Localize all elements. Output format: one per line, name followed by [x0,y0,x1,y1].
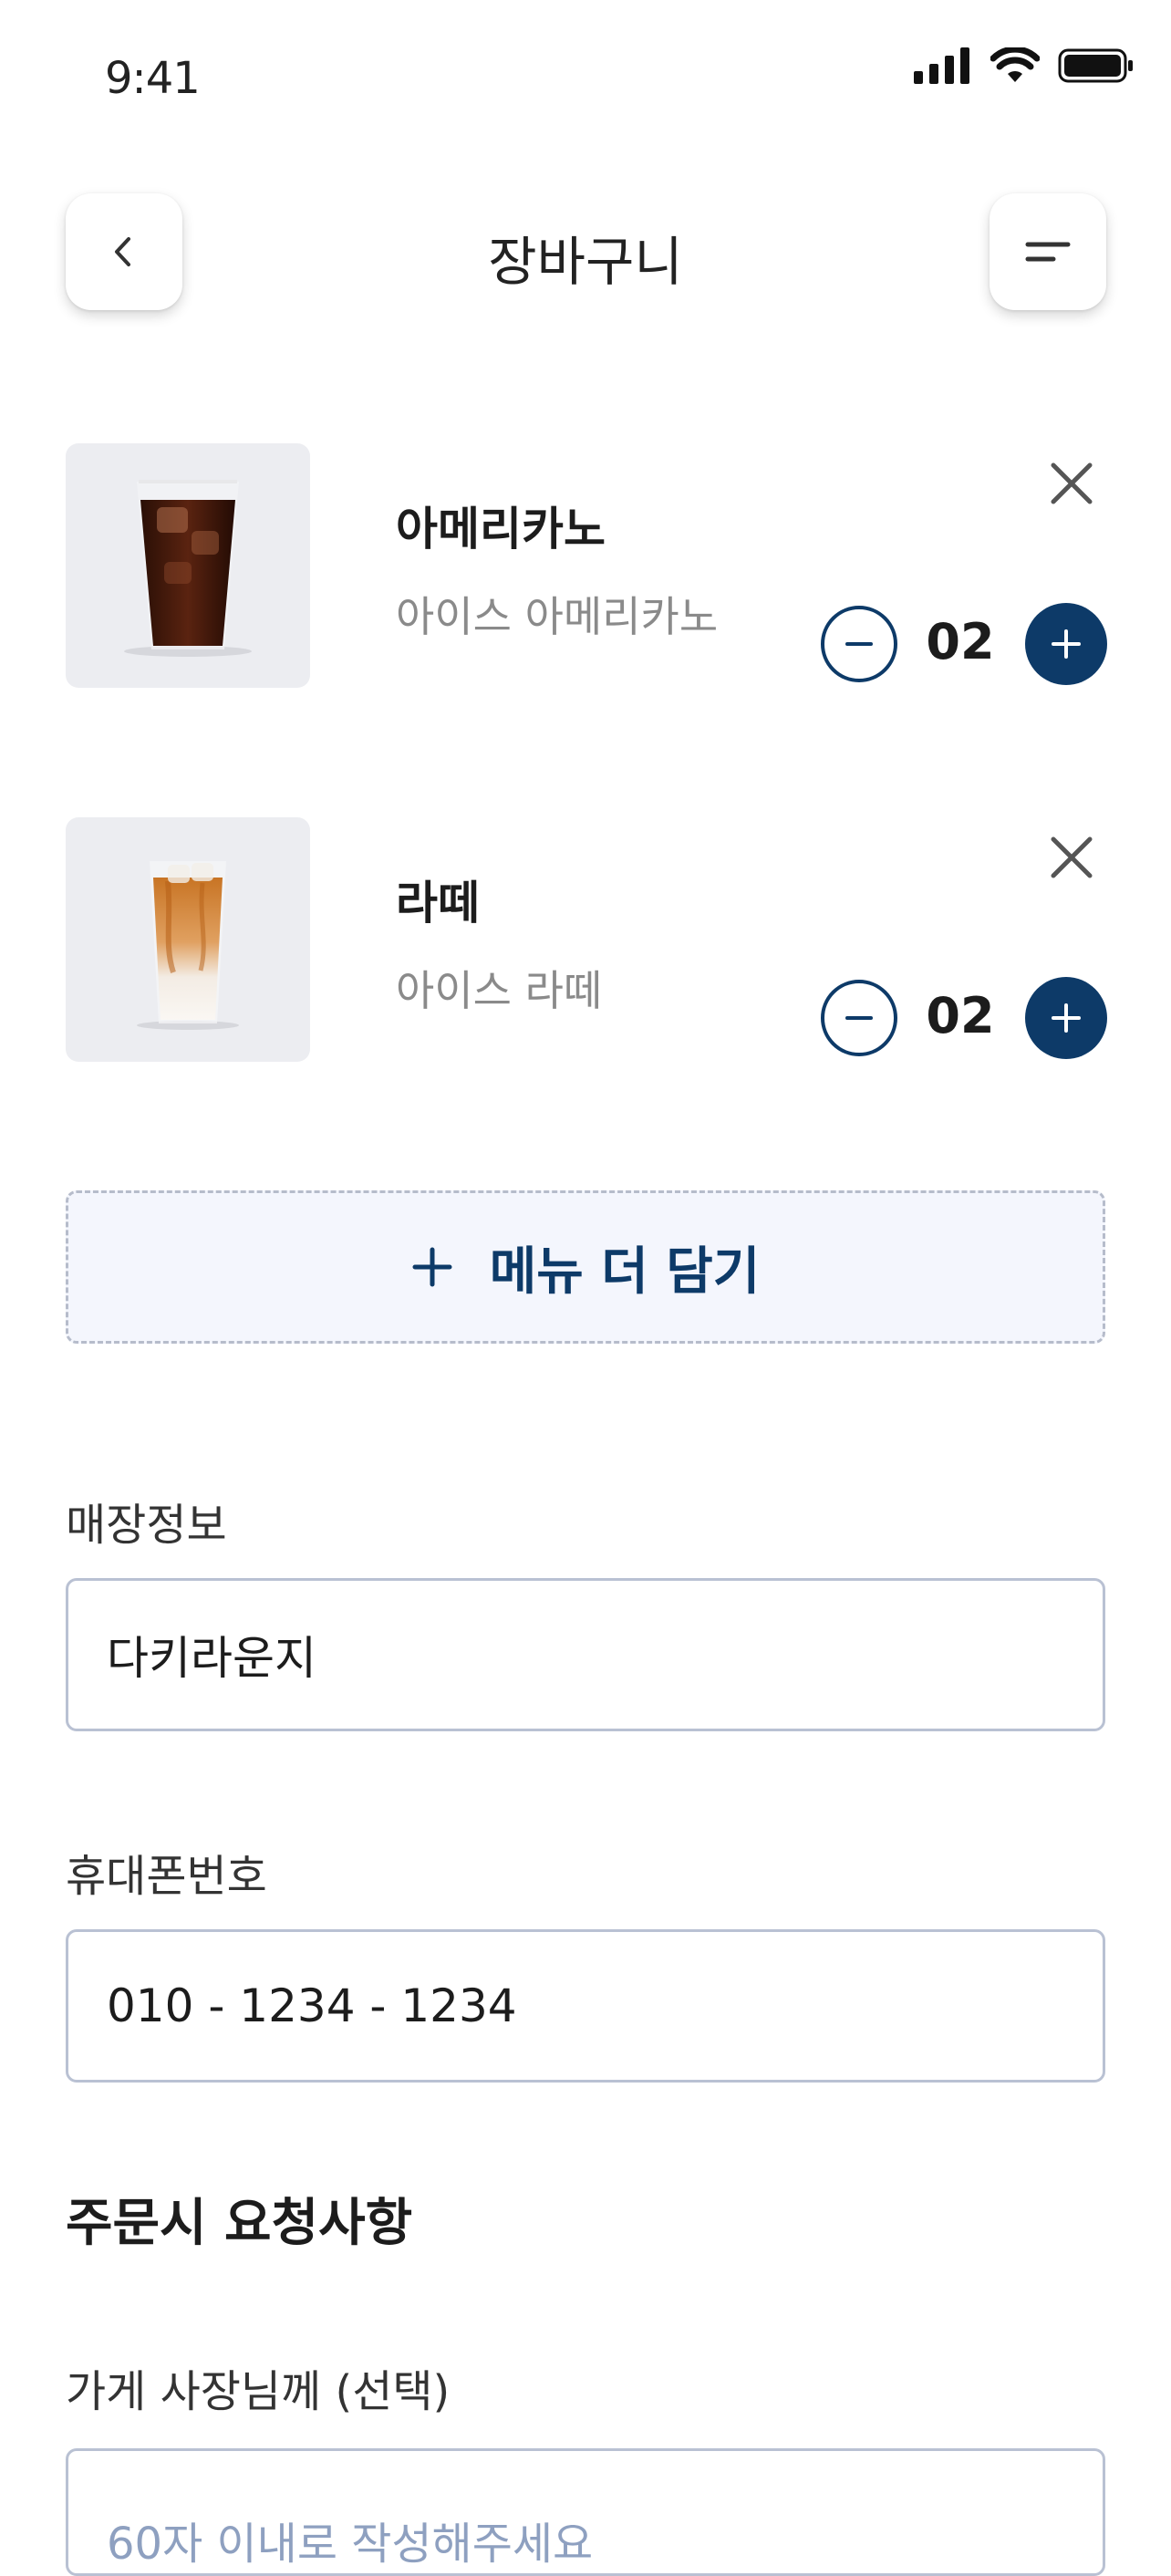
plus-icon [1052,629,1081,659]
store-info-value: 다키라운지 [107,1632,316,1685]
add-more-label: 메뉴 더 담기 [489,1241,761,1302]
phone-value: 010 - 1234 - 1234 [107,1979,517,2032]
minus-icon [845,642,873,646]
increase-quantity-button[interactable] [1025,977,1107,1059]
store-info-label: 매장정보 [66,1500,227,1551]
plus-icon [412,1247,452,1287]
owner-request-label: 가게 사장님께 (선택) [66,2366,451,2417]
decrease-quantity-button[interactable] [821,980,897,1056]
battery-icon [1058,48,1133,83]
status-time: 9:41 [105,53,201,104]
iced-americano-image [124,480,252,657]
close-icon [1051,836,1093,878]
owner-request-input[interactable]: 60자 이내로 작성해주세요 [66,2448,1105,2576]
signal-icon [914,47,969,84]
menu-button[interactable] [990,193,1106,310]
decrease-quantity-button[interactable] [821,606,897,682]
owner-request-placeholder: 60자 이내로 작성해주세요 [107,2519,594,2570]
cart-item-name: 라떼 [396,877,480,930]
cart-item-subtitle: 아이스 아메리카노 [396,592,719,641]
phone-field[interactable]: 010 - 1234 - 1234 [66,1929,1105,2083]
wifi-icon [990,47,1040,82]
add-more-menu-button[interactable]: 메뉴 더 담기 [66,1190,1105,1344]
quantity-value: 02 [926,613,995,670]
remove-item-button[interactable] [1040,826,1104,889]
remove-item-button[interactable] [1040,452,1104,515]
cart-item-name: 아메리카노 [396,503,606,556]
menu-icon [1025,242,1071,262]
iced-latte-image [137,861,239,1030]
phone-label: 휴대폰번호 [66,1851,267,1902]
status-icons [914,47,1135,84]
minus-icon [845,1016,873,1020]
product-image-latte [66,817,310,1062]
order-request-title: 주문시 요청사항 [66,2194,413,2253]
cart-item-subtitle: 아이스 라떼 [396,966,603,1015]
product-image-americano [66,443,310,688]
plus-icon [1052,1003,1081,1033]
increase-quantity-button[interactable] [1025,603,1107,685]
quantity-value: 02 [926,987,995,1044]
store-info-field[interactable]: 다키라운지 [66,1578,1105,1731]
close-icon [1051,462,1093,504]
